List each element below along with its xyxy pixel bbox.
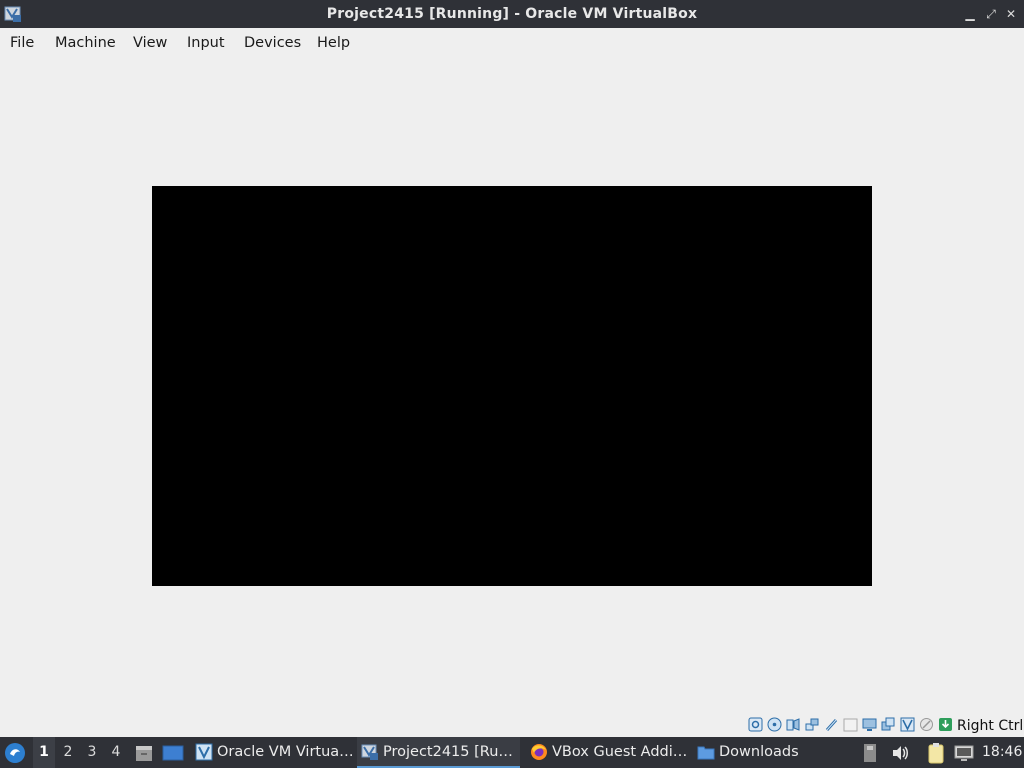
- virtualization-icon[interactable]: [900, 717, 915, 732]
- desktop-4[interactable]: 4: [105, 737, 127, 768]
- file-manager-launcher-icon[interactable]: [134, 743, 154, 763]
- minimize-button[interactable]: ▁: [963, 7, 977, 21]
- virtualbox-vm-icon: [361, 744, 378, 760]
- task-downloads[interactable]: Downloads: [693, 737, 856, 768]
- display-icon[interactable]: [862, 717, 877, 732]
- task-label: Oracle VM Virtua…: [217, 744, 354, 760]
- window-title: Project2415 [Running] - Oracle VM Virtua…: [326, 6, 698, 22]
- desktop-2[interactable]: 2: [57, 737, 79, 768]
- task-label: VBox Guest Addi…: [552, 744, 688, 760]
- show-desktop-icon[interactable]: [162, 743, 184, 763]
- removable-media-icon[interactable]: [862, 743, 878, 763]
- task-project2415[interactable]: Project2415 [Ru…: [357, 737, 520, 768]
- menu-input[interactable]: Input: [187, 28, 225, 58]
- audio-icon[interactable]: [786, 717, 801, 732]
- network-status-icon[interactable]: [954, 743, 974, 763]
- usb-icon[interactable]: [824, 717, 839, 732]
- network-icon[interactable]: [805, 717, 820, 732]
- menu-help[interactable]: Help: [317, 28, 350, 58]
- menu-devices[interactable]: Devices: [244, 28, 301, 58]
- window-titlebar[interactable]: Project2415 [Running] - Oracle VM Virtua…: [0, 0, 1024, 28]
- task-label: Project2415 [Ru…: [383, 744, 513, 760]
- taskbar: 1 2 3 4 Oracle VM Virtua… Project2415 [R…: [0, 737, 1024, 768]
- menu-view[interactable]: View: [133, 28, 167, 58]
- folder-icon: [697, 746, 715, 760]
- task-vbox-guest-additions[interactable]: VBox Guest Addi…: [526, 737, 689, 768]
- keyboard-capture-icon[interactable]: [938, 717, 953, 732]
- maximize-button[interactable]: ⤢: [984, 7, 998, 21]
- menu-bar: File Machine View Input Devices Help: [0, 28, 1024, 58]
- clock[interactable]: 18:46: [982, 737, 1022, 768]
- hard-disk-icon[interactable]: [748, 717, 763, 732]
- firefox-icon: [531, 744, 547, 760]
- desktop-3[interactable]: 3: [81, 737, 103, 768]
- task-label: Downloads: [719, 744, 799, 760]
- task-virtualbox-manager[interactable]: Oracle VM Virtua…: [191, 737, 354, 768]
- volume-icon[interactable]: [890, 743, 910, 763]
- start-menu-icon[interactable]: [4, 742, 26, 764]
- desktop-1[interactable]: 1: [33, 737, 55, 768]
- mouse-integration-icon[interactable]: [919, 717, 934, 732]
- vm-display[interactable]: [152, 186, 872, 586]
- host-key-label[interactable]: Right Ctrl: [957, 716, 1023, 736]
- optical-disk-icon[interactable]: [767, 717, 782, 732]
- menu-machine[interactable]: Machine: [55, 28, 116, 58]
- close-button[interactable]: ✕: [1004, 7, 1018, 21]
- clipboard-icon[interactable]: [926, 742, 946, 764]
- shared-folders-icon[interactable]: [843, 717, 858, 732]
- virtualbox-manager-icon: [195, 743, 213, 761]
- menu-file[interactable]: File: [10, 28, 34, 58]
- video-capture-icon[interactable]: [881, 717, 896, 732]
